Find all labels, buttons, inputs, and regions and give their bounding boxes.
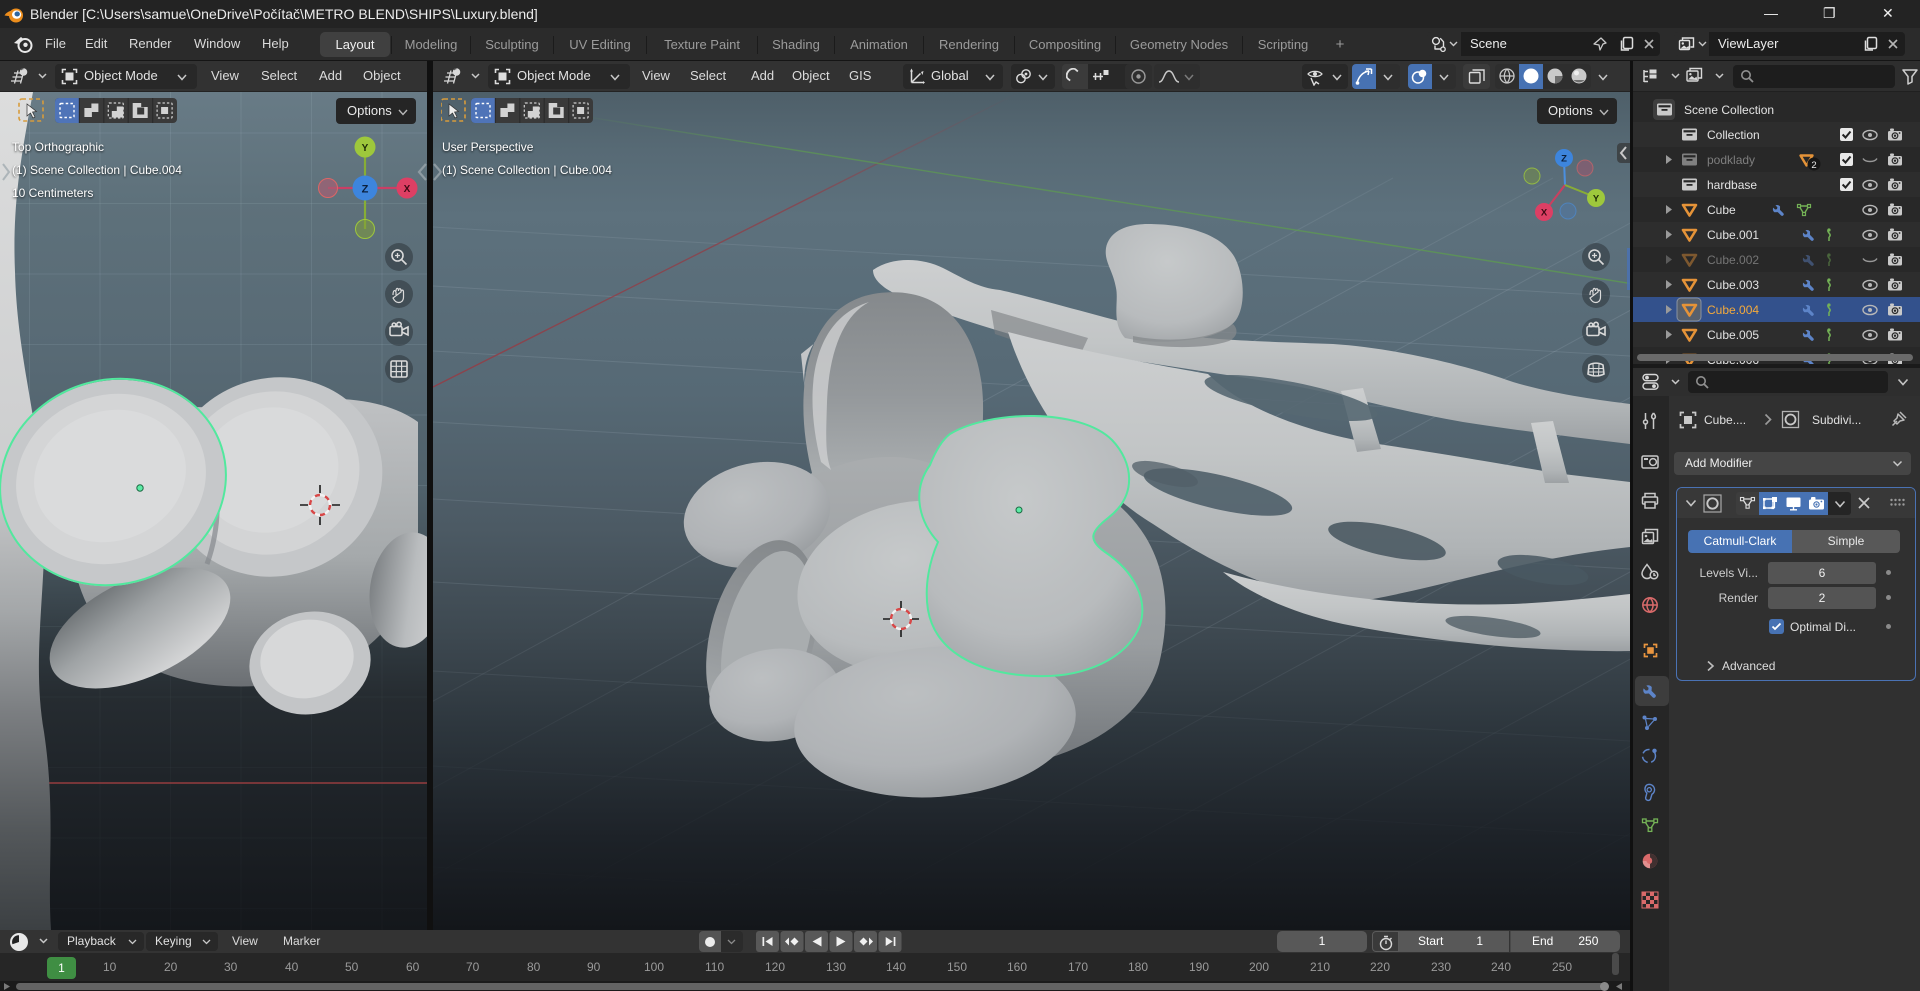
svg-text:X: X [404,184,411,195]
svg-text:Collection: Collection [1707,128,1760,142]
svg-text:Cube.002: Cube.002 [1707,253,1759,267]
svg-text:Y: Y [1593,194,1600,205]
svg-text:X: X [1541,208,1548,219]
svg-text:Cube.001: Cube.001 [1707,228,1759,242]
svg-text:Cube.004: Cube.004 [1707,303,1759,317]
svg-text:podklady: podklady [1707,153,1755,167]
svg-text:Cube.005: Cube.005 [1707,328,1759,342]
svg-text:Z: Z [362,184,369,196]
svg-text:hardbase: hardbase [1707,178,1757,192]
svg-text:Scene Collection: Scene Collection [1684,103,1774,117]
svg-text:Cube: Cube [1707,203,1736,217]
svg-text:2: 2 [1811,160,1816,171]
svg-text:Cube.003: Cube.003 [1707,278,1759,292]
svg-text:Z: Z [1561,154,1567,165]
svg-text:Y: Y [362,143,369,154]
